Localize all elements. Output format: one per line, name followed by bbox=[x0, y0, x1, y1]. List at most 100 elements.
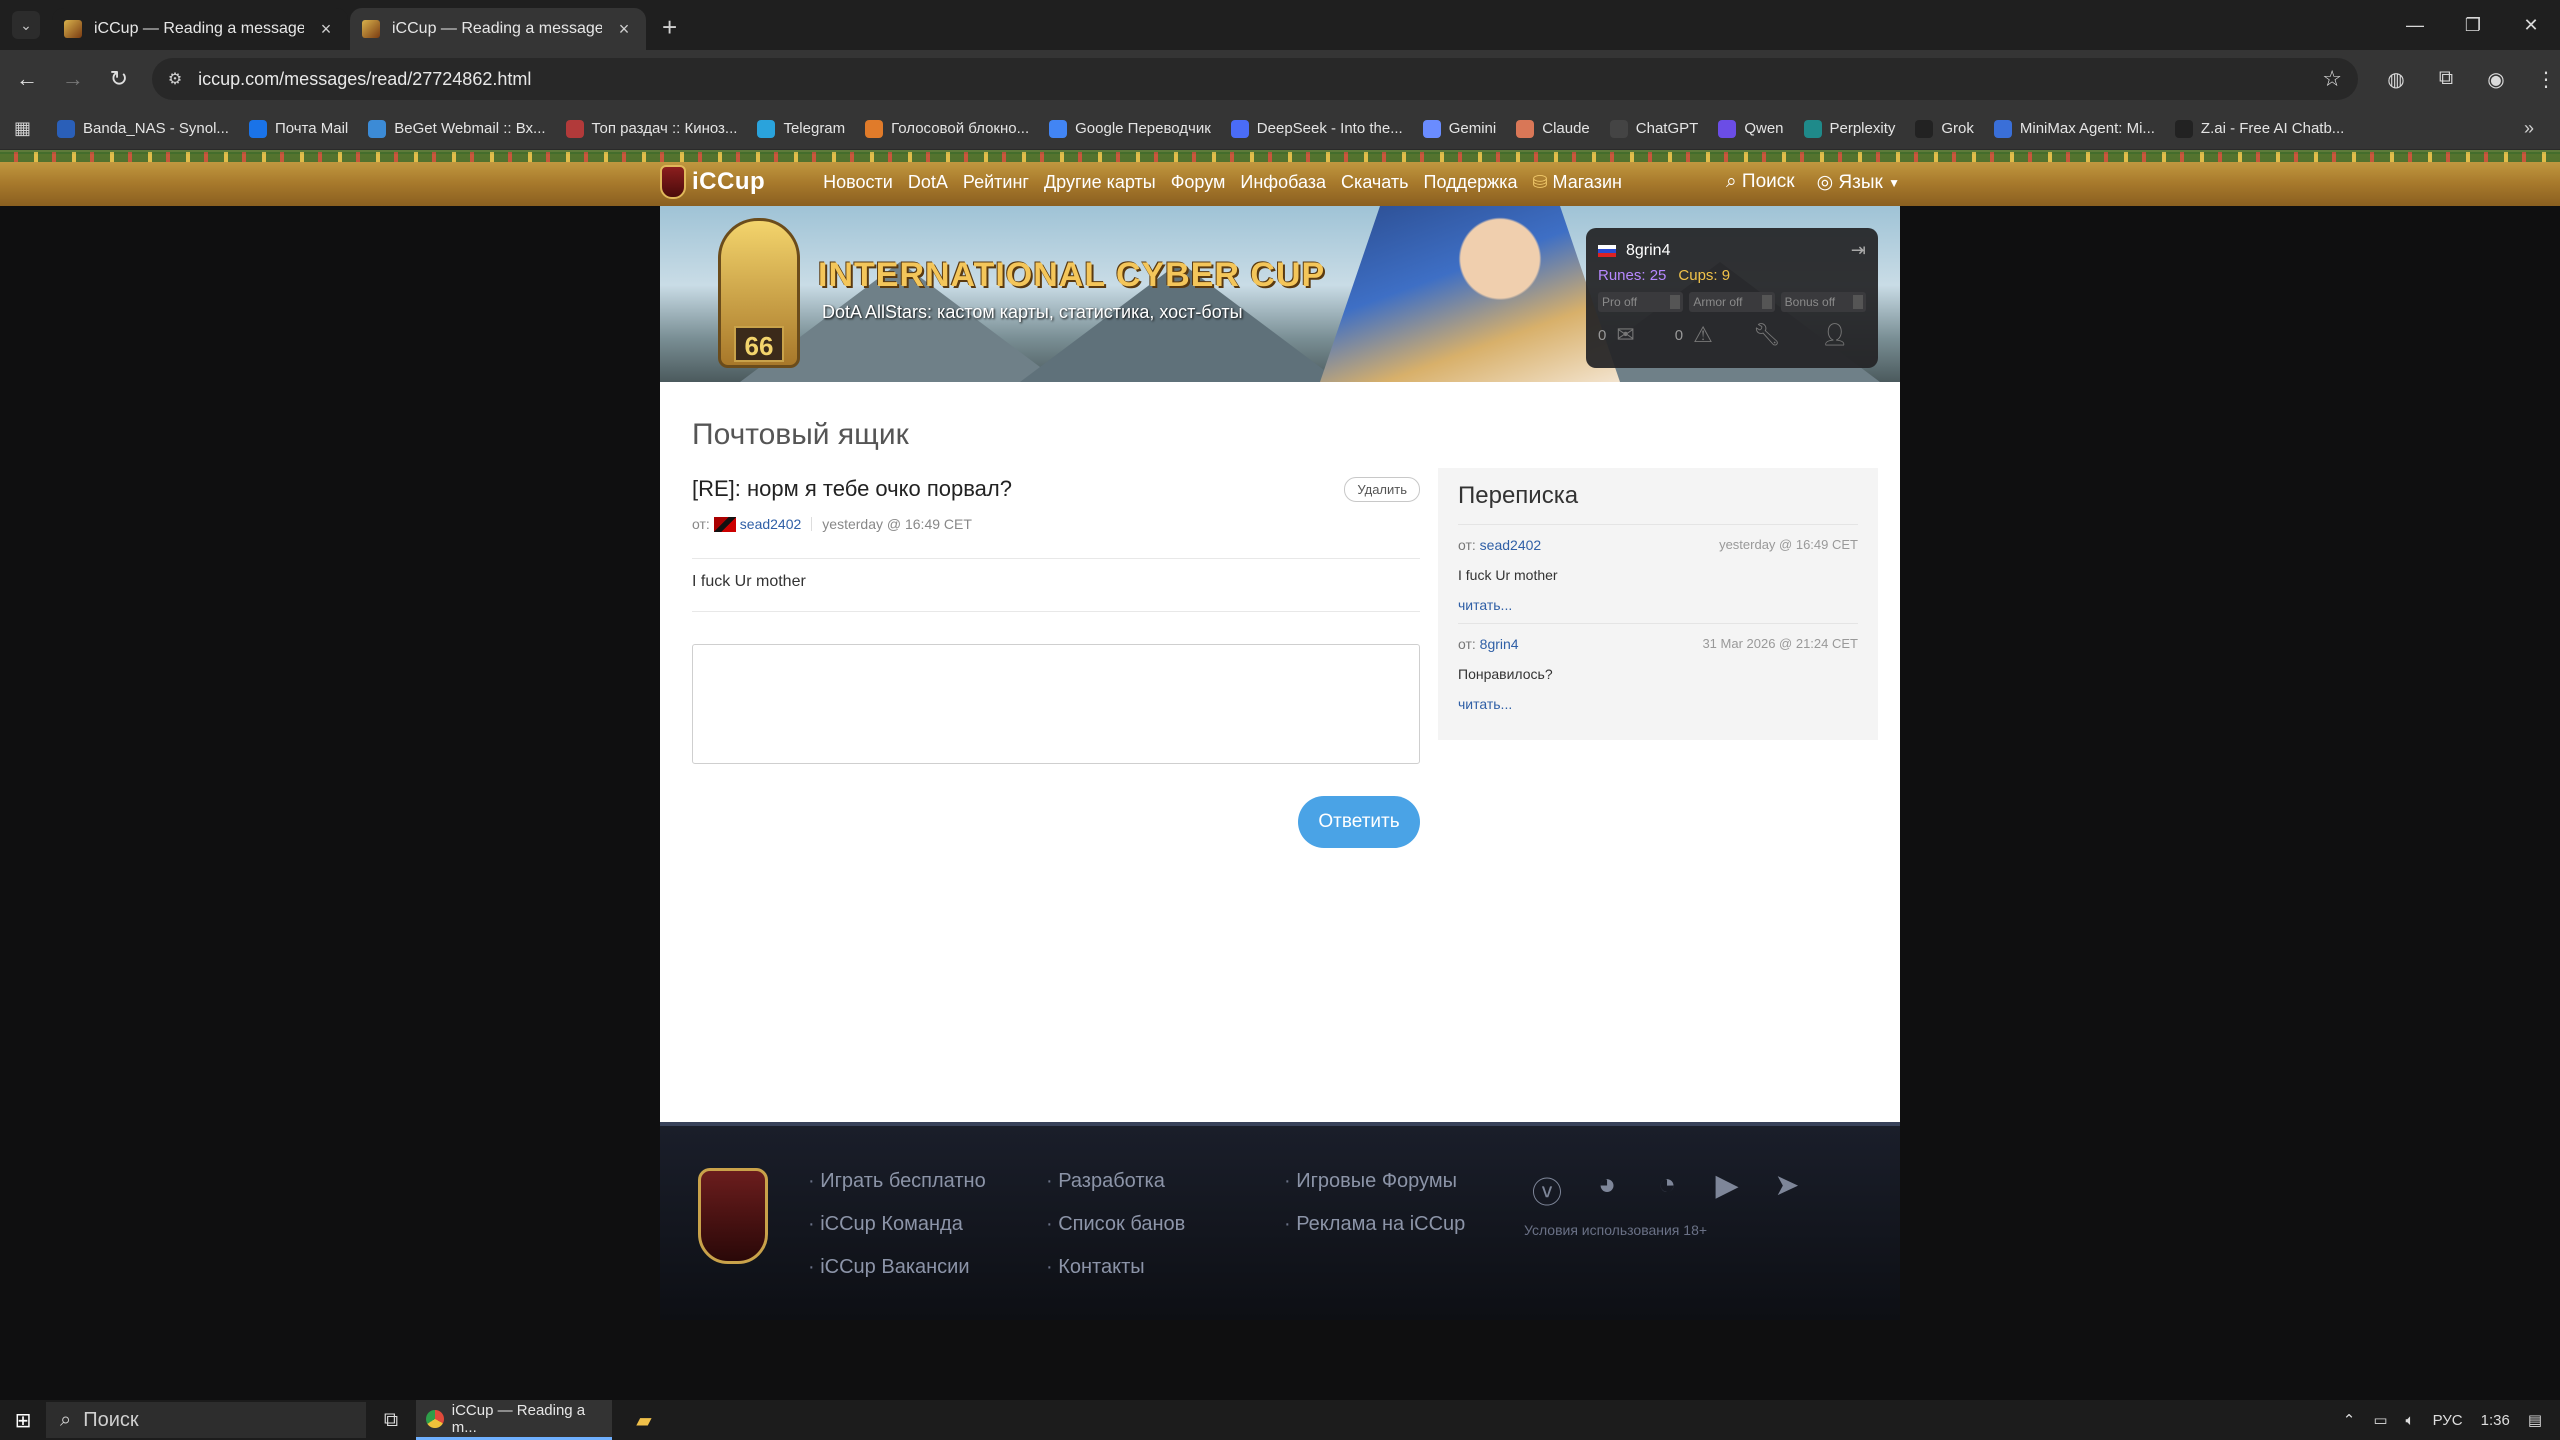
input-language[interactable]: РУС bbox=[2433, 1412, 2463, 1429]
reload-button[interactable]: ↻ bbox=[100, 60, 138, 98]
bookmark-item[interactable]: Топ раздач :: Киноз... bbox=[565, 119, 737, 138]
task-view-icon[interactable]: ⧉ bbox=[366, 1409, 416, 1432]
menu-icon[interactable]: ⋮ bbox=[2532, 67, 2560, 92]
browser-tab-active[interactable]: iCCup — Reading a message fr × bbox=[350, 8, 646, 50]
footer-link-game-forums[interactable]: Игровые Форумы bbox=[1284, 1170, 1465, 1193]
bookmark-item[interactable]: Perplexity bbox=[1803, 119, 1895, 138]
volume-icon[interactable]: 🔈︎ bbox=[2406, 1412, 2415, 1429]
bookmark-item[interactable]: Google Переводчик bbox=[1049, 119, 1211, 138]
bookmark-item[interactable]: Claude bbox=[1516, 119, 1590, 138]
conversation-user-link[interactable]: sead2402 bbox=[1480, 537, 1542, 553]
bookmark-item[interactable]: Telegram bbox=[757, 119, 845, 138]
footer-link-play-free[interactable]: Играть бесплатно bbox=[808, 1170, 985, 1193]
search-link[interactable]: ⌕ Поиск bbox=[1726, 171, 1795, 194]
wrench-icon[interactable]: 🔧︎ bbox=[1753, 322, 1781, 348]
footer-link-development[interactable]: Разработка bbox=[1046, 1170, 1185, 1193]
more-bookmarks-icon[interactable]: » bbox=[2524, 118, 2534, 139]
mailbox-content: Почтовый ящик [RE]: норм я тебе очко пор… bbox=[660, 382, 1900, 1122]
nav-infobase[interactable]: Инфобаза bbox=[1240, 172, 1326, 193]
file-explorer-icon[interactable]: ▰ bbox=[624, 1408, 664, 1433]
level-badge: 66 bbox=[734, 326, 784, 362]
vk-icon[interactable]: ⓥ bbox=[1530, 1168, 1564, 1212]
bookmark-item[interactable]: Голосовой блокно... bbox=[865, 119, 1029, 138]
site-logo[interactable]: iCCup bbox=[660, 165, 765, 199]
chevron-up-icon[interactable]: ⌃ bbox=[2343, 1411, 2356, 1429]
warning-icon[interactable]: ⚠ bbox=[1693, 322, 1713, 348]
username-link[interactable]: 8grin4 bbox=[1626, 242, 1670, 260]
bookmark-item[interactable]: Qwen bbox=[1718, 119, 1784, 138]
terms-link[interactable]: Условия использования 18+ bbox=[1524, 1222, 1707, 1238]
youtube-icon[interactable]: ▶ bbox=[1710, 1168, 1744, 1212]
taskbar-chrome-app[interactable]: iCCup — Reading a m... bbox=[416, 1400, 612, 1440]
armor-toggle[interactable]: Armor off bbox=[1689, 292, 1775, 312]
reply-button[interactable]: Ответить bbox=[1298, 796, 1420, 848]
read-link[interactable]: читать... bbox=[1458, 597, 1858, 613]
bookmark-label: Z.ai - Free AI Chatb... bbox=[2200, 120, 2345, 137]
translate-icon[interactable]: ◍ bbox=[2382, 67, 2410, 92]
footer-link-ban-list[interactable]: Список банов bbox=[1046, 1213, 1185, 1236]
new-tab-button[interactable]: + bbox=[662, 12, 677, 43]
address-bar[interactable]: ⚙ iccup.com/messages/read/27724862.html … bbox=[151, 58, 2359, 100]
extensions-icon[interactable]: ⧉ bbox=[2432, 67, 2460, 92]
bookmark-item[interactable]: Banda_NAS - Synol... bbox=[57, 119, 229, 138]
nav-shop[interactable]: Магазин bbox=[1532, 172, 1622, 193]
conversation-user-link[interactable]: 8grin4 bbox=[1480, 636, 1519, 652]
close-icon[interactable]: × bbox=[614, 19, 634, 40]
bookmark-item[interactable]: Почта Mail bbox=[248, 119, 348, 138]
bookmark-label: MiniMax Agent: Mi... bbox=[2019, 120, 2155, 137]
footer-link-vacancies[interactable]: iCCup Вакансии bbox=[808, 1256, 986, 1279]
system-tray: ⌃ ▭ 🔈︎ РУС 1:36 ▤ bbox=[2343, 1411, 2560, 1430]
back-button[interactable]: ← bbox=[8, 60, 46, 98]
sender-link[interactable]: sead2402 bbox=[740, 516, 802, 532]
bonus-toggle[interactable]: Bonus off bbox=[1780, 292, 1866, 312]
bookmark-item[interactable]: ChatGPT bbox=[1609, 119, 1698, 138]
reply-textarea[interactable] bbox=[692, 644, 1420, 764]
close-window-icon[interactable]: ✕ bbox=[2502, 0, 2560, 50]
nav-dota[interactable]: DotA bbox=[908, 172, 948, 193]
nav-other-maps[interactable]: Другие карты bbox=[1044, 172, 1156, 193]
restore-icon[interactable]: ❐ bbox=[2444, 0, 2502, 50]
bookmark-star-icon[interactable]: ☆ bbox=[2322, 66, 2342, 92]
tab-search-button[interactable]: ⌄ bbox=[12, 11, 40, 39]
network-icon[interactable]: ▭ bbox=[2373, 1411, 2387, 1429]
bookmark-item[interactable]: Z.ai - Free AI Chatb... bbox=[2174, 119, 2345, 138]
nav-forum[interactable]: Форум bbox=[1171, 172, 1226, 193]
taskbar-search[interactable]: ⌕ Поиск bbox=[46, 1402, 366, 1438]
avatar-icon[interactable]: 👤︎ bbox=[1821, 322, 1849, 348]
chevron-down-icon: ▼ bbox=[1888, 175, 1900, 190]
delete-button[interactable]: Удалить bbox=[1344, 476, 1420, 502]
language-dropdown[interactable]: ◎ Язык ▼ bbox=[1817, 171, 1900, 194]
bookmark-item[interactable]: MiniMax Agent: Mi... bbox=[1993, 119, 2155, 138]
nav-rating[interactable]: Рейтинг bbox=[963, 172, 1029, 193]
bookmark-item[interactable]: DeepSeek - Into the... bbox=[1230, 119, 1403, 138]
close-icon[interactable]: × bbox=[316, 19, 336, 40]
notifications-icon[interactable]: ▤ bbox=[2528, 1411, 2542, 1429]
read-link[interactable]: читать... bbox=[1458, 696, 1858, 712]
browser-tab[interactable]: iCCup — Reading a message fr × bbox=[52, 8, 348, 50]
site-info-icon[interactable]: ⚙ bbox=[168, 69, 182, 89]
bookmark-item[interactable]: BeGet Webmail :: Вх... bbox=[368, 119, 546, 138]
windows-start-icon[interactable]: ⊞ bbox=[0, 1408, 46, 1433]
apps-grid-icon[interactable]: ▦ bbox=[14, 118, 31, 139]
discord-settings-icon[interactable]: ◔ bbox=[1650, 1168, 1684, 1212]
footer-link-contacts[interactable]: Контакты bbox=[1046, 1256, 1185, 1279]
discord-icon[interactable]: ◕ bbox=[1590, 1168, 1624, 1212]
envelope-icon[interactable]: ✉ bbox=[1616, 322, 1634, 348]
forward-button[interactable]: → bbox=[54, 60, 92, 98]
telegram-icon[interactable]: ➤ bbox=[1770, 1168, 1804, 1212]
clock[interactable]: 1:36 bbox=[2481, 1412, 2510, 1429]
footer-link-team[interactable]: iCCup Команда bbox=[808, 1213, 986, 1236]
nav-download[interactable]: Скачать bbox=[1341, 172, 1409, 193]
minimize-icon[interactable]: — bbox=[2386, 0, 2444, 50]
pro-toggle[interactable]: Pro off bbox=[1598, 292, 1684, 312]
footer-logo-icon[interactable] bbox=[698, 1168, 768, 1264]
footer-link-advertising[interactable]: Реклама на iCCup bbox=[1284, 1213, 1465, 1236]
nav-news[interactable]: Новости bbox=[823, 172, 893, 193]
bookmark-item[interactable]: Gemini bbox=[1422, 119, 1496, 138]
conversation-item: от: sead2402 yesterday @ 16:49 CET I fuc… bbox=[1458, 525, 1858, 624]
bookmark-item[interactable]: Grok bbox=[1915, 119, 1974, 138]
profile-icon[interactable]: ◉ bbox=[2482, 67, 2510, 92]
url-text[interactable]: iccup.com/messages/read/27724862.html bbox=[198, 69, 2306, 90]
logout-icon[interactable]: ⇥ bbox=[1851, 240, 1866, 261]
nav-support[interactable]: Поддержка bbox=[1424, 172, 1518, 193]
